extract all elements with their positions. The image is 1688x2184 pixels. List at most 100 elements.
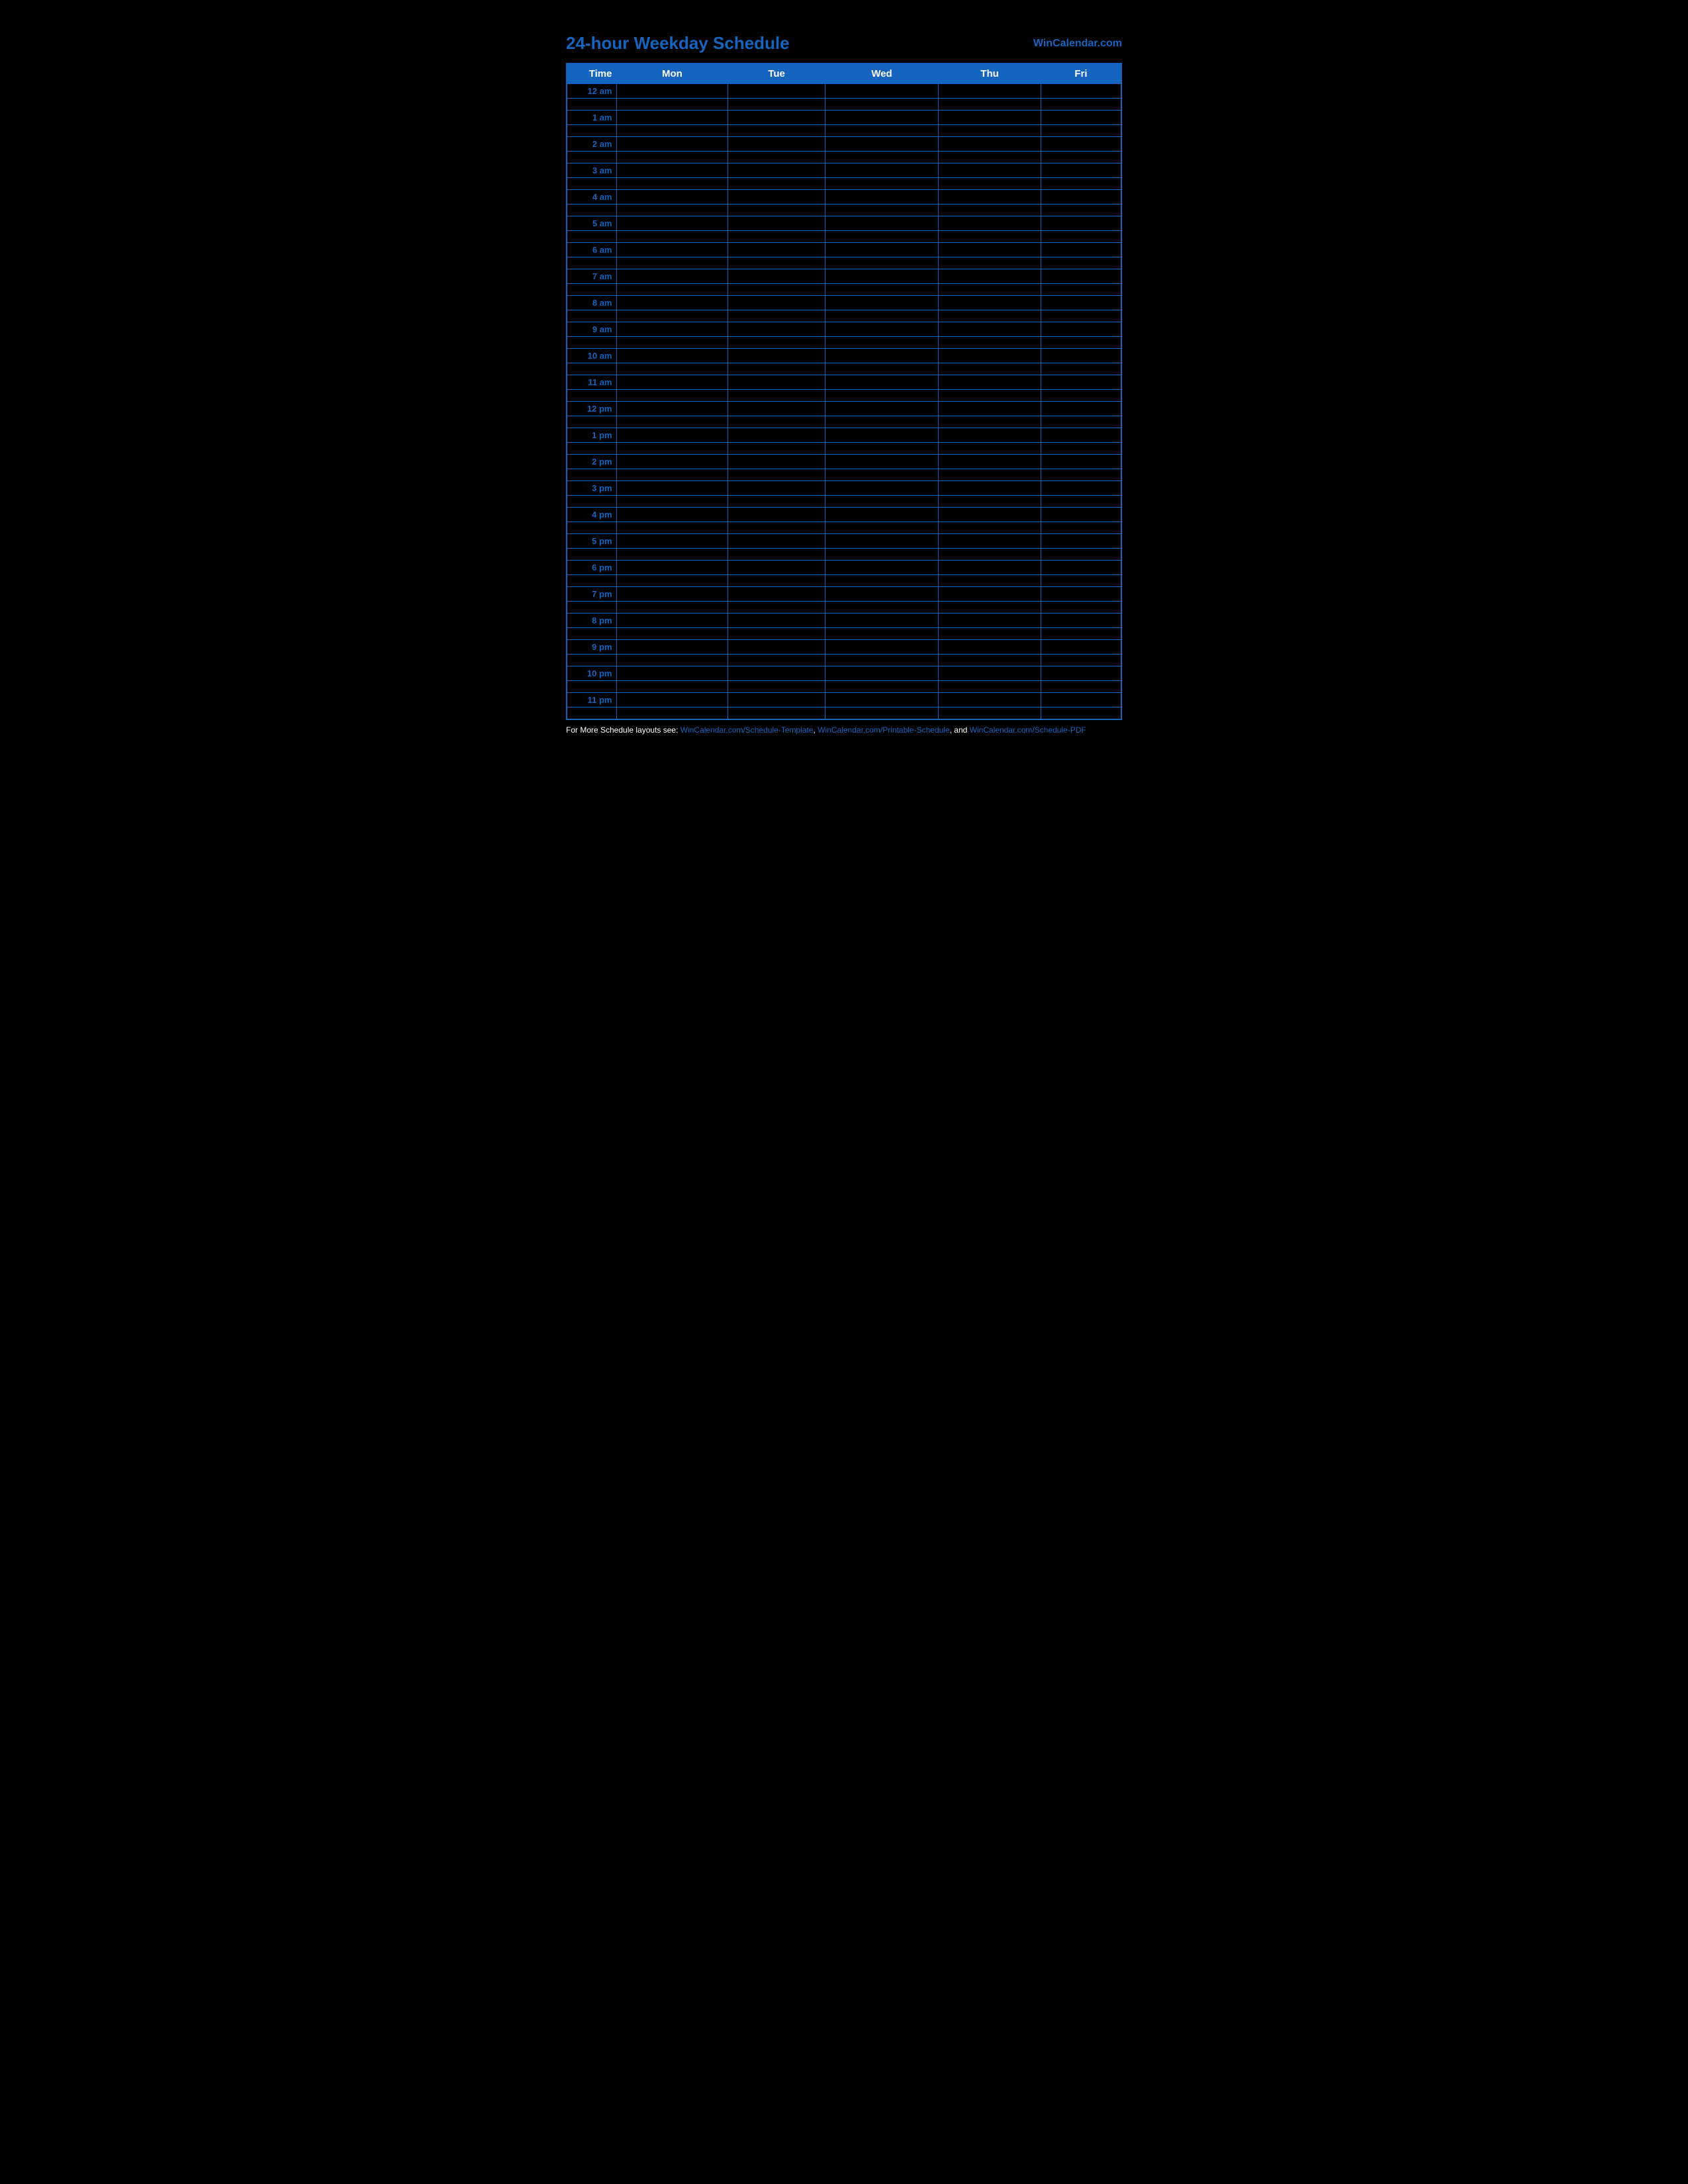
schedule-cell[interactable]: [728, 375, 825, 390]
schedule-cell[interactable]: [825, 416, 938, 428]
schedule-cell[interactable]: [728, 111, 825, 125]
schedule-cell[interactable]: [616, 640, 728, 655]
schedule-cell[interactable]: [825, 125, 938, 137]
schedule-cell[interactable]: [616, 666, 728, 681]
schedule-cell[interactable]: [939, 587, 1041, 602]
schedule-cell[interactable]: [728, 402, 825, 416]
schedule-cell[interactable]: [1041, 666, 1121, 681]
schedule-cell[interactable]: [616, 269, 728, 284]
schedule-cell[interactable]: [616, 707, 728, 719]
schedule-cell[interactable]: [939, 666, 1041, 681]
schedule-cell[interactable]: [728, 216, 825, 231]
schedule-cell[interactable]: [825, 99, 938, 111]
schedule-cell[interactable]: [728, 455, 825, 469]
schedule-cell[interactable]: [616, 469, 728, 481]
schedule-cell[interactable]: [825, 349, 938, 363]
schedule-cell[interactable]: [939, 190, 1041, 205]
schedule-cell[interactable]: [1041, 84, 1121, 99]
schedule-cell[interactable]: [616, 84, 728, 99]
schedule-cell[interactable]: [939, 243, 1041, 257]
schedule-cell[interactable]: [939, 614, 1041, 628]
schedule-cell[interactable]: [728, 693, 825, 707]
schedule-cell[interactable]: [616, 152, 728, 163]
schedule-cell[interactable]: [616, 655, 728, 666]
schedule-cell[interactable]: [616, 549, 728, 561]
schedule-cell[interactable]: [616, 455, 728, 469]
schedule-cell[interactable]: [825, 163, 938, 178]
schedule-cell[interactable]: [728, 243, 825, 257]
schedule-cell[interactable]: [616, 443, 728, 455]
schedule-cell[interactable]: [728, 178, 825, 190]
schedule-cell[interactable]: [939, 549, 1041, 561]
schedule-cell[interactable]: [939, 322, 1041, 337]
schedule-cell[interactable]: [728, 666, 825, 681]
schedule-cell[interactable]: [939, 416, 1041, 428]
schedule-cell[interactable]: [825, 522, 938, 534]
footer-link-2[interactable]: WinCalendar.com/Printable-Schedule: [818, 725, 949, 735]
schedule-cell[interactable]: [939, 522, 1041, 534]
schedule-cell[interactable]: [825, 481, 938, 496]
schedule-cell[interactable]: [939, 508, 1041, 522]
schedule-cell[interactable]: [1041, 99, 1121, 111]
schedule-cell[interactable]: [616, 496, 728, 508]
schedule-cell[interactable]: [728, 640, 825, 655]
schedule-cell[interactable]: [728, 152, 825, 163]
schedule-cell[interactable]: [1041, 496, 1121, 508]
schedule-cell[interactable]: [728, 190, 825, 205]
schedule-cell[interactable]: [728, 284, 825, 296]
site-link[interactable]: WinCalendar.com: [1033, 38, 1122, 50]
schedule-cell[interactable]: [939, 469, 1041, 481]
schedule-cell[interactable]: [728, 269, 825, 284]
schedule-cell[interactable]: [616, 216, 728, 231]
schedule-cell[interactable]: [1041, 681, 1121, 693]
schedule-cell[interactable]: [939, 496, 1041, 508]
schedule-cell[interactable]: [939, 137, 1041, 152]
schedule-cell[interactable]: [939, 84, 1041, 99]
schedule-cell[interactable]: [728, 655, 825, 666]
schedule-cell[interactable]: [825, 243, 938, 257]
schedule-cell[interactable]: [1041, 137, 1121, 152]
schedule-cell[interactable]: [825, 655, 938, 666]
schedule-cell[interactable]: [728, 390, 825, 402]
schedule-cell[interactable]: [825, 375, 938, 390]
schedule-cell[interactable]: [1041, 522, 1121, 534]
schedule-cell[interactable]: [825, 443, 938, 455]
schedule-cell[interactable]: [728, 614, 825, 628]
schedule-cell[interactable]: [728, 84, 825, 99]
schedule-cell[interactable]: [616, 428, 728, 443]
schedule-cell[interactable]: [1041, 363, 1121, 375]
schedule-cell[interactable]: [1041, 257, 1121, 269]
schedule-cell[interactable]: [825, 322, 938, 337]
schedule-cell[interactable]: [825, 587, 938, 602]
schedule-cell[interactable]: [1041, 481, 1121, 496]
schedule-cell[interactable]: [616, 310, 728, 322]
schedule-cell[interactable]: [616, 257, 728, 269]
schedule-cell[interactable]: [825, 216, 938, 231]
schedule-cell[interactable]: [825, 269, 938, 284]
schedule-cell[interactable]: [728, 575, 825, 587]
schedule-cell[interactable]: [1041, 428, 1121, 443]
schedule-cell[interactable]: [616, 243, 728, 257]
schedule-cell[interactable]: [825, 337, 938, 349]
schedule-cell[interactable]: [825, 640, 938, 655]
schedule-cell[interactable]: [616, 337, 728, 349]
schedule-cell[interactable]: [728, 163, 825, 178]
schedule-cell[interactable]: [728, 602, 825, 614]
schedule-cell[interactable]: [616, 111, 728, 125]
schedule-cell[interactable]: [616, 163, 728, 178]
schedule-cell[interactable]: [1041, 575, 1121, 587]
schedule-cell[interactable]: [616, 375, 728, 390]
schedule-cell[interactable]: [616, 178, 728, 190]
schedule-cell[interactable]: [728, 416, 825, 428]
schedule-cell[interactable]: [939, 655, 1041, 666]
schedule-cell[interactable]: [728, 469, 825, 481]
schedule-cell[interactable]: [1041, 178, 1121, 190]
schedule-cell[interactable]: [939, 310, 1041, 322]
schedule-cell[interactable]: [1041, 231, 1121, 243]
schedule-cell[interactable]: [1041, 416, 1121, 428]
schedule-cell[interactable]: [939, 163, 1041, 178]
schedule-cell[interactable]: [1041, 534, 1121, 549]
schedule-cell[interactable]: [939, 561, 1041, 575]
schedule-cell[interactable]: [939, 99, 1041, 111]
schedule-cell[interactable]: [939, 375, 1041, 390]
